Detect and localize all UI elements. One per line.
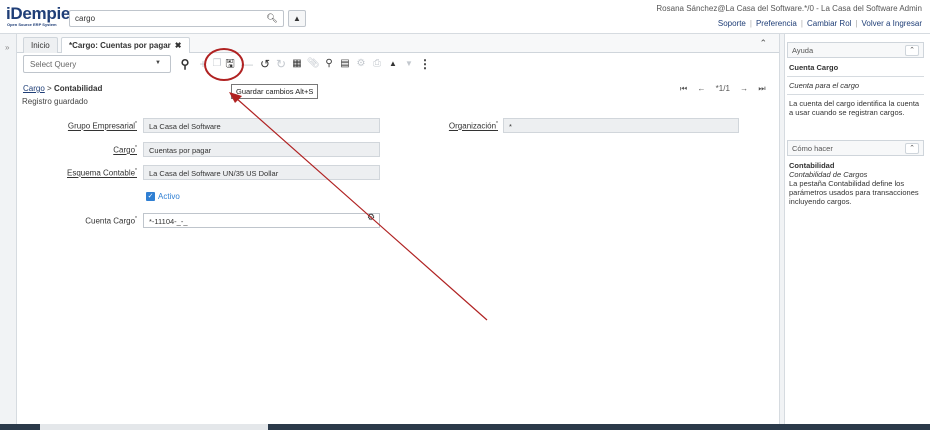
taskbar-search[interactable]	[40, 424, 268, 430]
taskbar	[0, 424, 930, 430]
annotation-arrow	[229, 92, 488, 321]
